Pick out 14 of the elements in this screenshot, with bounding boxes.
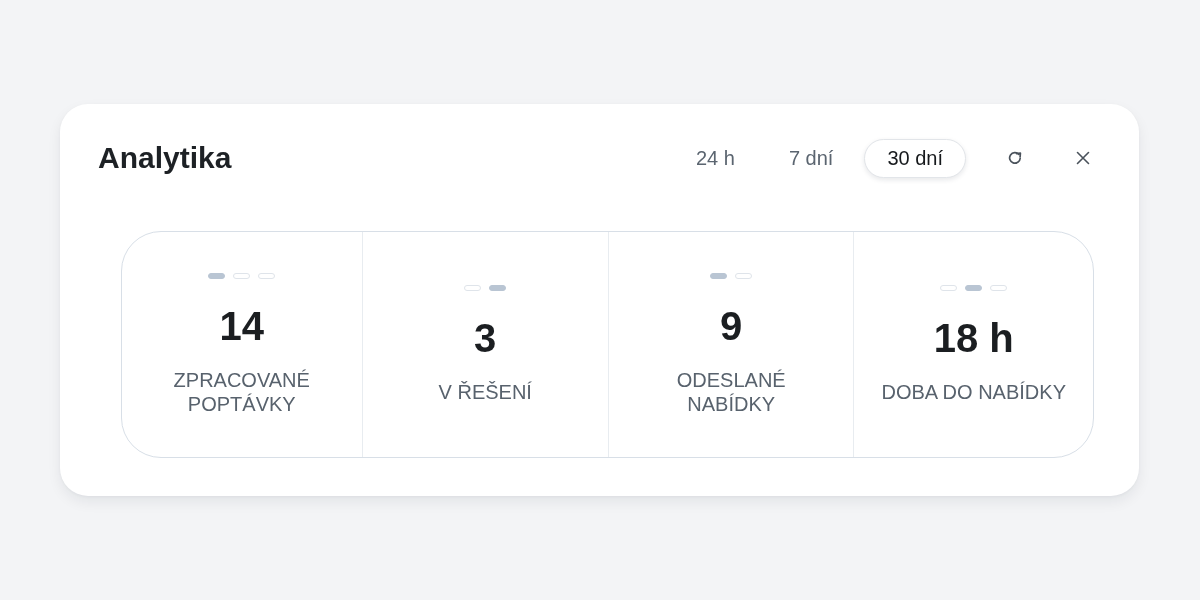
stat-label: V ŘEŠENÍ [438,380,532,404]
range-tab[interactable]: 24 h [672,138,758,178]
stat-value: 14 [219,303,264,350]
stat-label: ZPRACOVANÉ POPTÁVKY [172,368,311,416]
close-icon [1076,151,1090,165]
stat-label: ODESLANÉ NABÍDKY [675,368,787,416]
panel-title: Analytika [98,140,232,176]
stat-label: DOBA DO NABÍDKY [881,380,1066,404]
stat-value: 18 h [933,315,1014,362]
stat-value: 3 [474,315,497,362]
stat-value: 9 [720,303,743,350]
refresh-icon [1007,150,1023,166]
range-tab[interactable]: 7 dní [765,138,857,178]
range-tab[interactable]: 30 dní [864,138,966,178]
